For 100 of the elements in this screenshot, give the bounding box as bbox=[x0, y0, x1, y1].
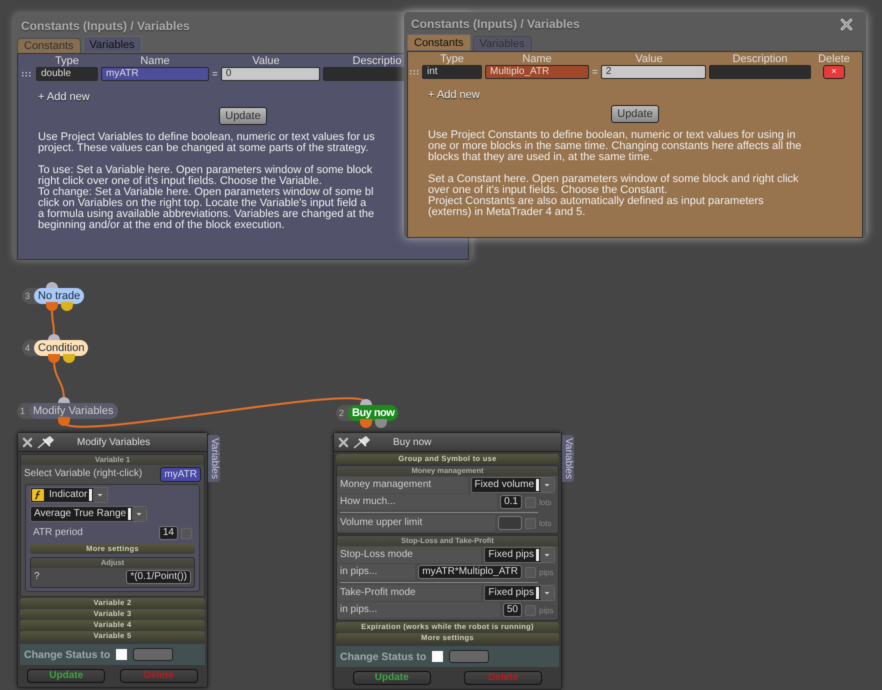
value-field[interactable]: 0 bbox=[220, 67, 320, 81]
type-field[interactable]: double bbox=[36, 67, 98, 81]
node-label[interactable]: Buy now bbox=[348, 405, 398, 421]
update-button[interactable]: Update bbox=[219, 107, 267, 125]
unit-label: pips bbox=[539, 606, 555, 614]
column-header: Name bbox=[139, 55, 171, 67]
column-header: Delete bbox=[817, 53, 851, 65]
checkbox[interactable] bbox=[525, 604, 536, 616]
drag-handle-icon[interactable] bbox=[410, 70, 418, 74]
help-text: blocks that they are used in, at the same time. bbox=[428, 152, 652, 163]
unit-label: lots bbox=[539, 498, 552, 506]
status-field[interactable] bbox=[133, 648, 174, 661]
close-icon[interactable] bbox=[840, 18, 853, 30]
unit-label: pips bbox=[539, 568, 555, 576]
field-label: in pips... bbox=[337, 564, 416, 580]
help-text: click on Variables on the right top. Locate the Variable's input field a bbox=[38, 198, 366, 209]
status-field[interactable] bbox=[449, 650, 490, 663]
column-header: Type bbox=[54, 55, 80, 67]
input-field[interactable]: 50 bbox=[502, 603, 522, 617]
checkbox[interactable] bbox=[525, 566, 536, 578]
node-label[interactable]: No trade bbox=[34, 288, 84, 304]
add-new-link[interactable]: + Add new bbox=[38, 91, 90, 103]
column-header: Description bbox=[731, 53, 789, 65]
value-field[interactable]: 2 bbox=[600, 65, 706, 79]
checkbox[interactable] bbox=[525, 518, 536, 528]
status-label: Change Status to bbox=[24, 648, 110, 660]
type-field[interactable]: int bbox=[422, 65, 482, 79]
field-label: Take-Profit mode bbox=[337, 585, 482, 601]
field-label: ATR period bbox=[32, 526, 84, 540]
drag-handle-icon[interactable] bbox=[22, 72, 30, 76]
name-field[interactable]: Multiplo_ATR bbox=[485, 65, 589, 79]
help-text: Project Constants are also automatically defined as input parameters bbox=[428, 196, 764, 207]
pin-icon[interactable] bbox=[37, 435, 55, 449]
help-text: one or more blocks in the same time. Changing constants here affects all the bbox=[428, 141, 802, 152]
add-new-link[interactable]: + Add new bbox=[428, 89, 480, 101]
help-text: Use Project Variables to define boolean, numeric or text values for us bbox=[38, 132, 375, 143]
help-text: To use: Set a Variable here. Open parameters window of some block bbox=[38, 165, 372, 176]
close-icon[interactable] bbox=[338, 436, 349, 448]
input-port[interactable] bbox=[58, 397, 70, 403]
variables-side-tab[interactable]: Variables bbox=[208, 435, 220, 482]
description-field[interactable] bbox=[709, 65, 811, 79]
node-number: 2 bbox=[339, 408, 346, 418]
column-header: Value bbox=[251, 55, 281, 67]
dropdown[interactable]: Fixed pips bbox=[484, 547, 555, 563]
block-title: Modify Variables bbox=[77, 436, 150, 448]
update-button[interactable]: Update bbox=[27, 669, 106, 683]
help-text: over one of it's input fields. Choose the Constant. bbox=[428, 185, 668, 196]
pin-icon[interactable] bbox=[353, 435, 371, 449]
caret-icon bbox=[540, 478, 554, 492]
help-text: (externs) in MetaTrader 4 and 5. bbox=[428, 207, 586, 218]
node-number: 4 bbox=[25, 343, 32, 353]
dropdown[interactable]: Average True Range bbox=[30, 506, 148, 522]
output-port[interactable] bbox=[61, 302, 73, 311]
input-field[interactable]: 14 bbox=[158, 526, 178, 540]
output-port[interactable] bbox=[360, 419, 372, 428]
help-text: project. These values can be changed at some parts of the strategy. bbox=[38, 143, 368, 154]
dropdown[interactable]: Fixed pips bbox=[484, 585, 555, 601]
field-label: Money management bbox=[337, 477, 468, 493]
output-port[interactable] bbox=[58, 417, 70, 426]
output-port[interactable] bbox=[48, 354, 60, 363]
column-header: Type bbox=[439, 53, 465, 65]
dropdown[interactable]: Indicator bbox=[30, 487, 108, 503]
input-field[interactable]: 0.1 bbox=[500, 495, 522, 509]
column-header: Name bbox=[521, 53, 553, 65]
equals-sign: = bbox=[592, 66, 598, 78]
block-title: Buy now bbox=[393, 436, 432, 448]
update-button[interactable]: Update bbox=[352, 671, 431, 685]
color-swatch[interactable] bbox=[432, 651, 444, 662]
field-label: Select Variable (right-click) bbox=[23, 467, 144, 481]
input-port[interactable] bbox=[48, 334, 60, 340]
node-label[interactable]: Condition bbox=[34, 340, 88, 356]
help-text: To change: Set a Variable here. Open parameters window of some bl bbox=[38, 187, 374, 198]
checkbox[interactable] bbox=[525, 496, 536, 508]
help-text: Set a Constant here. Open parameters window of some block and right click bbox=[428, 174, 799, 185]
color-swatch[interactable] bbox=[116, 649, 128, 660]
input-field[interactable] bbox=[498, 516, 522, 530]
status-label: Change Status to bbox=[340, 650, 426, 662]
field-label: in pips... bbox=[337, 602, 500, 618]
field-label: Volume upper limit bbox=[337, 515, 495, 531]
help-text: beginning and/or at the end of the block execution. bbox=[38, 220, 284, 231]
update-button[interactable]: Update bbox=[611, 105, 659, 123]
tab[interactable]: Constants bbox=[407, 34, 471, 51]
caret-icon bbox=[540, 548, 554, 562]
input-field[interactable]: myATR*Multiplo_ATR bbox=[418, 565, 522, 579]
node-label[interactable]: Modify Variables bbox=[29, 403, 118, 419]
input-field[interactable]: *(0.1/Point()) bbox=[126, 570, 191, 584]
input-port[interactable] bbox=[360, 399, 372, 405]
close-icon[interactable] bbox=[22, 436, 33, 448]
unit-label: lots bbox=[539, 518, 552, 528]
variable-chip[interactable]: myATR bbox=[160, 466, 201, 482]
variables-side-tab[interactable]: Variables bbox=[562, 435, 574, 482]
window-title: Constants (Inputs) / Variables bbox=[411, 17, 580, 31]
output-port[interactable] bbox=[63, 354, 75, 363]
output-port[interactable] bbox=[46, 302, 58, 311]
name-field[interactable]: myATR bbox=[101, 67, 209, 81]
input-port[interactable] bbox=[46, 282, 58, 288]
function-icon bbox=[32, 489, 44, 501]
dropdown[interactable]: Fixed volume bbox=[470, 477, 555, 493]
delete-button[interactable]: × bbox=[823, 65, 845, 79]
output-port[interactable] bbox=[375, 419, 387, 428]
